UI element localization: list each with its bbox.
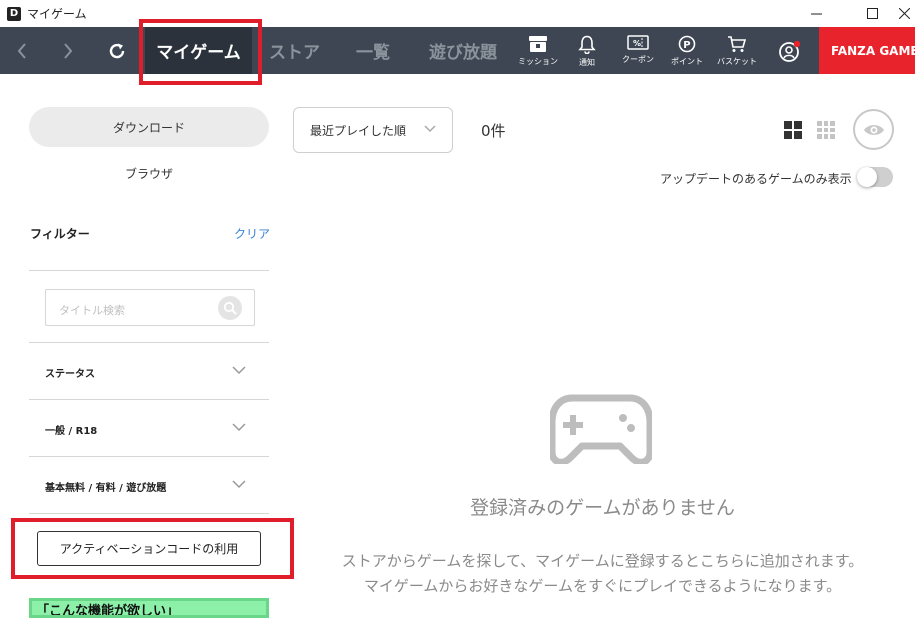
update-filter-toggle[interactable]: [857, 167, 893, 187]
download-tab-button[interactable]: ダウンロード: [29, 107, 269, 147]
filter-rating[interactable]: 一般 / R18: [45, 422, 97, 437]
back-button[interactable]: [7, 27, 37, 74]
maximize-button[interactable]: [852, 0, 892, 27]
chevron-right-icon: [64, 42, 73, 59]
chevron-down-icon[interactable]: [232, 479, 246, 489]
window-title: マイゲーム: [27, 7, 87, 21]
filter-price[interactable]: 基本無料 / 有料 / 遊び放題: [45, 479, 166, 494]
point-icon: P: [678, 35, 696, 53]
reload-icon: [109, 43, 125, 58]
tab-store[interactable]: ストア: [269, 27, 320, 74]
minimize-icon: [810, 13, 822, 15]
nav-mission[interactable]: ミッション: [518, 35, 558, 67]
minimize-button[interactable]: [796, 0, 836, 27]
nav-point[interactable]: P ポイント: [667, 35, 707, 67]
svg-text:%: %: [633, 39, 641, 48]
activation-code-button[interactable]: アクティベーションコードの利用: [37, 531, 261, 566]
feedback-banner[interactable]: 「こんな機能が欲しい」: [29, 598, 269, 618]
maximize-icon: [866, 8, 878, 19]
fanza-games-button[interactable]: FANZA GAMES: [819, 27, 915, 74]
nav-point-label: ポイント: [671, 57, 703, 66]
nav-basket-label: バスケット: [717, 57, 757, 66]
chevron-down-icon[interactable]: [232, 422, 246, 432]
account-button[interactable]: [770, 40, 810, 62]
title-search[interactable]: タイトル検索: [45, 289, 255, 326]
search-button[interactable]: [218, 296, 242, 320]
search-icon: [223, 301, 237, 315]
nav-bar: マイゲーム ストア 一覧 遊び放題 ミッション 通知 % クーポン P ポイント: [0, 27, 915, 74]
empty-state-description: マイゲームからお好きなゲームをすぐにプレイできるようになります。: [363, 577, 842, 595]
grid-small-view-button[interactable]: [817, 121, 835, 139]
tab-list[interactable]: 一覧: [356, 27, 390, 74]
sidebar: ダウンロード ブラウザ フィルター クリア タイトル検索 ステータス 一般 / …: [0, 74, 290, 618]
nav-basket[interactable]: バスケット: [717, 35, 757, 67]
nav-mission-label: ミッション: [518, 57, 558, 66]
clear-filter-link[interactable]: クリア: [234, 225, 270, 242]
gamepad-icon: [550, 394, 652, 464]
sort-selected-label: 最近プレイした順: [310, 123, 407, 138]
sort-dropdown[interactable]: 最近プレイした順: [293, 107, 453, 153]
title-bar: D マイゲーム: [0, 0, 915, 27]
divider: [29, 342, 269, 343]
chevron-down-icon: [424, 125, 436, 133]
tab-unlimited[interactable]: 遊び放題: [429, 27, 497, 74]
cart-icon: [728, 36, 747, 52]
nav-notifications[interactable]: 通知: [567, 35, 607, 68]
divider: [29, 513, 269, 514]
chevron-down-icon[interactable]: [232, 365, 246, 375]
empty-state-title: 登録済みのゲームがありません: [470, 497, 735, 519]
filter-status[interactable]: ステータス: [45, 365, 95, 380]
coupon-icon: %: [627, 35, 649, 50]
nav-coupon-label: クーポン: [622, 55, 654, 64]
game-count: 0件: [481, 122, 506, 140]
account-icon: [779, 40, 801, 62]
grid-large-view-button[interactable]: [784, 121, 802, 139]
divider: [29, 399, 269, 400]
divider: [29, 456, 269, 457]
divider: [29, 270, 269, 271]
nav-notifications-label: 通知: [579, 58, 595, 67]
update-filter-label: アップデートのあるゲームのみ表示: [660, 172, 852, 186]
filter-title: フィルター: [30, 227, 90, 241]
tab-my-games[interactable]: マイゲーム: [145, 27, 252, 74]
forward-button[interactable]: [53, 27, 83, 74]
mission-icon: [529, 36, 547, 52]
reload-button[interactable]: [102, 27, 132, 74]
visibility-toggle-button[interactable]: [853, 109, 894, 150]
browser-tab-button[interactable]: ブラウザ: [29, 165, 269, 182]
bell-icon: [578, 35, 596, 54]
chevron-left-icon: [17, 42, 26, 59]
close-icon: [898, 8, 910, 19]
empty-state-description: ストアからゲームを探して、マイゲームに登録するとこちらに追加されます。: [341, 552, 864, 570]
toggle-knob: [857, 167, 877, 187]
svg-text:P: P: [683, 40, 690, 51]
eye-icon: [863, 124, 884, 135]
app-logo: D: [7, 6, 21, 21]
search-input[interactable]: タイトル検索: [59, 302, 125, 318]
nav-coupon[interactable]: % クーポン: [618, 35, 658, 65]
close-button[interactable]: [893, 0, 915, 27]
